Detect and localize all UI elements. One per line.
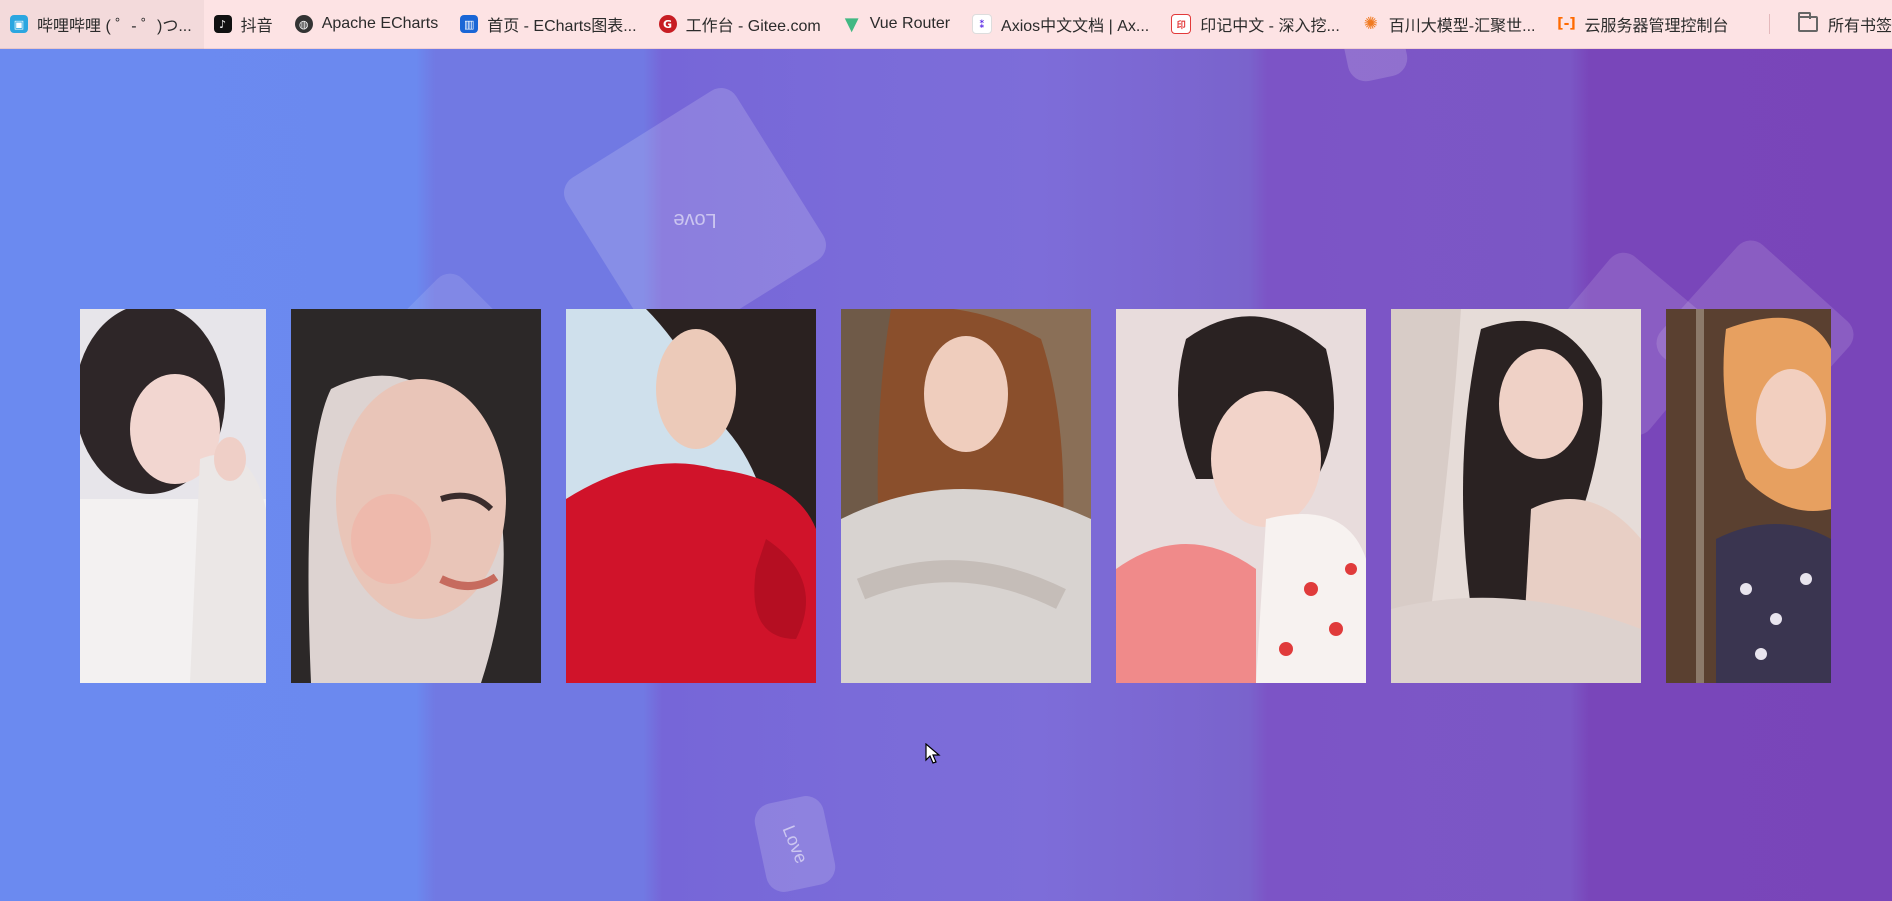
gallery-photo-2[interactable] — [291, 309, 541, 683]
bookmark-label: 工作台 - Gitee.com — [685, 18, 821, 35]
douyin-icon: ♪ — [213, 15, 232, 33]
yinji-icon: 印 — [1171, 14, 1192, 34]
echarts-chart-icon: ▥ — [460, 15, 479, 33]
bookmark-label: 百川大模型-汇聚世... — [1388, 18, 1536, 35]
portrait-image — [566, 309, 816, 683]
all-bookmarks-label: 所有书签 — [1827, 18, 1892, 35]
bookmark-yinji[interactable]: 印 印记中文 - 深入挖... — [1161, 0, 1352, 49]
baichuan-icon: ✺ — [1363, 14, 1378, 34]
vue-icon: ▼ — [844, 13, 859, 35]
portrait-image — [841, 309, 1091, 683]
folder-icon — [1797, 12, 1818, 32]
portrait-image — [1391, 309, 1641, 683]
floating-love-card: Love — [751, 792, 839, 896]
bookmark-label: 哔哩哔哩 ( ゜- ゜)つ... — [37, 18, 192, 35]
portrait-image — [1116, 309, 1366, 683]
aliyun-icon: [-] — [1557, 16, 1576, 32]
bookmark-apache-echarts[interactable]: ◍ Apache ECharts — [285, 0, 451, 49]
bookmark-vue-router[interactable]: ▼ Vue Router — [833, 0, 962, 49]
bookmark-label: Vue Router — [869, 15, 951, 32]
bookmarks-bar: ▣ 哔哩哔哩 ( ゜- ゜)つ... ♪ 抖音 ◍ Apache ECharts… — [0, 0, 1892, 49]
photo-gallery — [80, 309, 1831, 683]
gallery-photo-1[interactable] — [80, 309, 266, 683]
gallery-photo-7[interactable] — [1666, 309, 1831, 683]
portrait-image — [291, 309, 541, 683]
love-text: Love — [673, 208, 717, 231]
axios-icon: ⁑ — [972, 14, 993, 34]
gitee-icon: G — [658, 15, 677, 33]
page-content: Love Love — [0, 49, 1892, 901]
gallery-photo-6[interactable] — [1391, 309, 1641, 683]
all-bookmarks-button[interactable]: 所有书签 — [1788, 0, 1892, 49]
bookmark-douyin[interactable]: ♪ 抖音 — [204, 0, 285, 49]
bilibili-icon: ▣ — [10, 15, 28, 33]
gallery-photo-3[interactable] — [566, 309, 816, 683]
bookmark-aliyun[interactable]: [-] 云服务器管理控制台 — [1547, 0, 1740, 49]
bookmark-label: Axios中文文档 | Ax... — [1001, 18, 1150, 35]
bookmark-echarts-home[interactable]: ▥ 首页 - ECharts图表... — [450, 0, 648, 49]
bookmark-label: 首页 - ECharts图表... — [487, 18, 637, 35]
mouse-cursor-icon — [925, 743, 941, 764]
bookmark-label: Apache ECharts — [321, 15, 439, 32]
love-text: Love — [778, 821, 813, 866]
globe-icon: ◍ — [294, 15, 313, 33]
gallery-photo-5[interactable] — [1116, 309, 1366, 683]
bookmark-label: 云服务器管理控制台 — [1584, 18, 1729, 35]
portrait-image — [1666, 309, 1831, 683]
floating-square — [1339, 49, 1411, 85]
gallery-photo-4[interactable] — [841, 309, 1091, 683]
bookmarks-divider — [1768, 14, 1770, 34]
bookmark-baichuan[interactable]: ✺ 百川大模型-汇聚世... — [1352, 0, 1548, 49]
bookmark-gitee[interactable]: G 工作台 - Gitee.com — [649, 0, 833, 49]
bookmark-axios[interactable]: ⁑ Axios中文文档 | Ax... — [962, 0, 1161, 49]
portrait-image — [80, 309, 266, 683]
bookmark-bilibili[interactable]: ▣ 哔哩哔哩 ( ゜- ゜)つ... — [0, 0, 204, 49]
bookmark-label: 抖音 — [240, 18, 273, 35]
bookmark-label: 印记中文 - 深入挖... — [1200, 18, 1340, 35]
